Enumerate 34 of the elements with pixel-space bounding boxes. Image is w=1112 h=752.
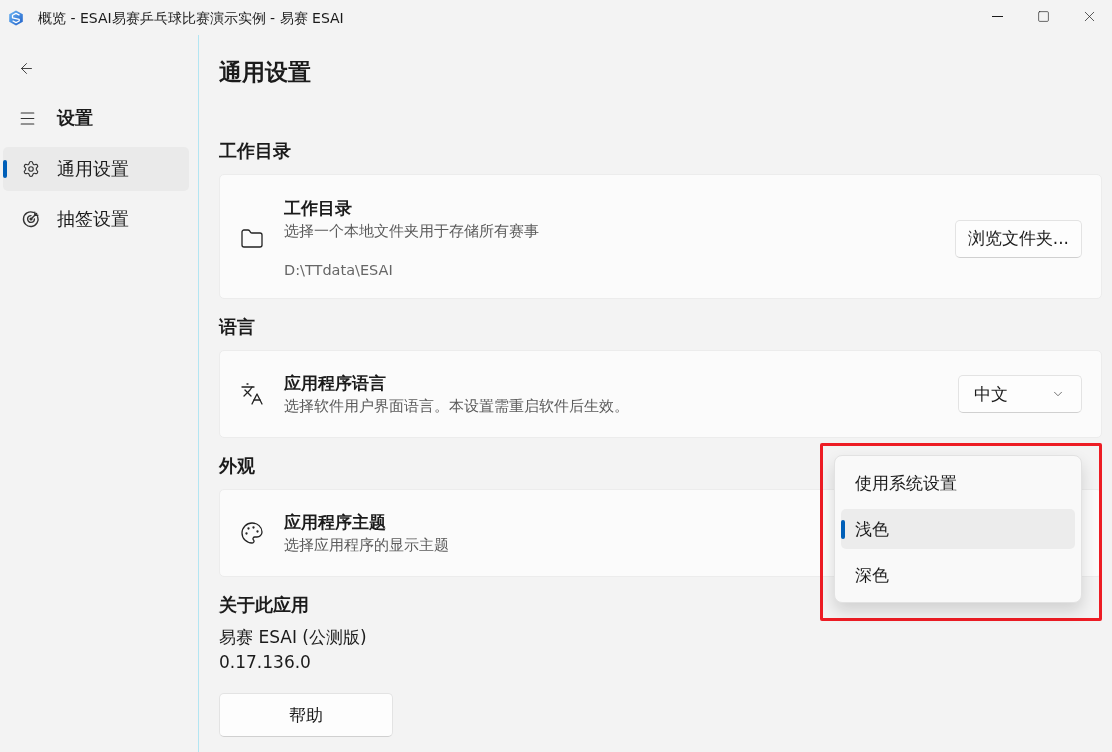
sidebar-heading: 设置 — [57, 107, 93, 130]
target-icon — [22, 210, 40, 228]
menu-option[interactable]: 浅色 — [841, 509, 1075, 549]
help-button[interactable]: 帮助 — [219, 693, 393, 737]
palette-icon — [240, 521, 264, 545]
sidebar-item[interactable]: 通用设置 — [3, 147, 189, 191]
minimize-icon — [991, 15, 1003, 17]
menu-option[interactable]: 使用系统设置 — [841, 463, 1075, 503]
section-heading: 关于此应用 — [219, 594, 309, 617]
app-name: 易赛 ESAI (公测版) — [219, 626, 367, 649]
sidebar-item[interactable]: 抽签设置 — [3, 197, 189, 241]
window-title: 概览 - ESAI易赛乒乓球比赛演示实例 - 易赛 ESAI — [38, 8, 344, 28]
card-description: 选择一个本地文件夹用于存储所有赛事 — [284, 222, 539, 241]
select-dropdown[interactable]: 中文 — [958, 375, 1082, 413]
folder-icon — [240, 226, 264, 251]
page-title: 通用设置 — [219, 58, 311, 87]
browse-button[interactable]: 浏览文件夹... — [954, 219, 1082, 258]
maximize-icon — [1036, 9, 1050, 23]
gear-icon — [22, 160, 40, 178]
card-description: 选择软件用户界面语言。本设置需重启软件后生效。 — [284, 397, 629, 416]
card-title: 工作目录 — [284, 197, 352, 220]
card-description: 选择应用程序的显示主题 — [284, 536, 449, 555]
section-heading: 工作目录 — [219, 140, 291, 163]
selection-indicator-icon — [841, 520, 845, 539]
language-icon — [240, 382, 264, 406]
app-version: 0.17.136.0 — [219, 651, 311, 674]
selection-indicator-icon — [3, 160, 7, 178]
card-title: 应用程序语言 — [284, 372, 386, 395]
section-heading: 外观 — [219, 455, 255, 478]
card-title: 应用程序主题 — [284, 511, 386, 534]
section-heading: 语言 — [219, 316, 255, 339]
folder-path: D:\TTdata\ESAI — [284, 261, 393, 280]
menu-option[interactable]: 深色 — [841, 555, 1075, 595]
app-logo-icon — [8, 9, 24, 26]
